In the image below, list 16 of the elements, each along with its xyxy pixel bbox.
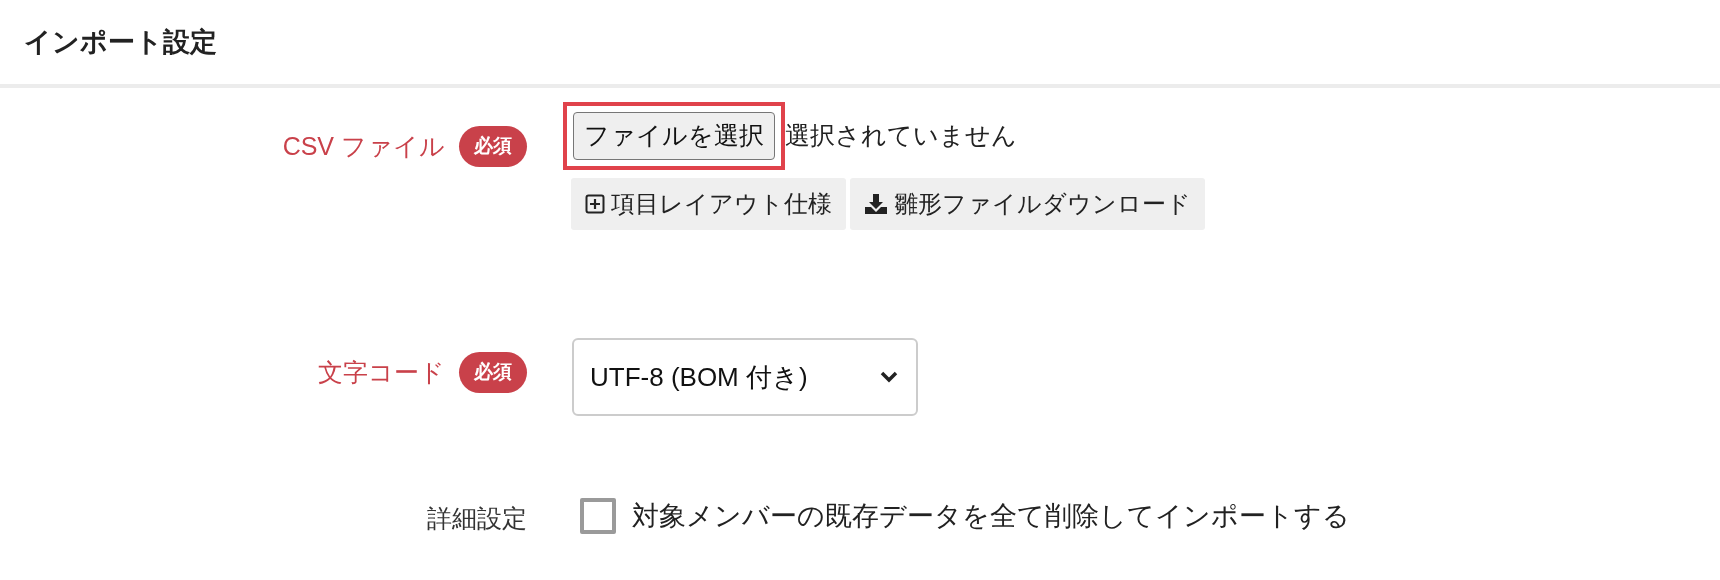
- encoding-select[interactable]: UTF-8 (BOM 付き): [572, 338, 918, 416]
- field-label: 文字コード: [318, 356, 445, 388]
- section-title: インポート設定: [24, 25, 217, 59]
- checkbox-label: 対象メンバーの既存データを全て削除してインポートする: [632, 500, 1350, 533]
- plus-square-icon: [585, 193, 605, 214]
- field-label: 詳細設定: [427, 503, 527, 534]
- required-badge: 必須: [459, 352, 527, 393]
- choose-file-button[interactable]: ファイルを選択: [573, 112, 775, 160]
- field-label: CSV ファイル: [282, 130, 445, 162]
- download-icon: [864, 192, 888, 215]
- required-badge: 必須: [459, 126, 527, 167]
- chevron-down-icon: [880, 371, 898, 383]
- download-button[interactable]: 雛形ファイルダウンロード: [850, 177, 1205, 230]
- checkbox[interactable]: [580, 498, 616, 535]
- layout-spec-button[interactable]: 項目レイアウト仕様: [571, 177, 846, 230]
- file-status-text: 選択されていません: [785, 120, 1017, 151]
